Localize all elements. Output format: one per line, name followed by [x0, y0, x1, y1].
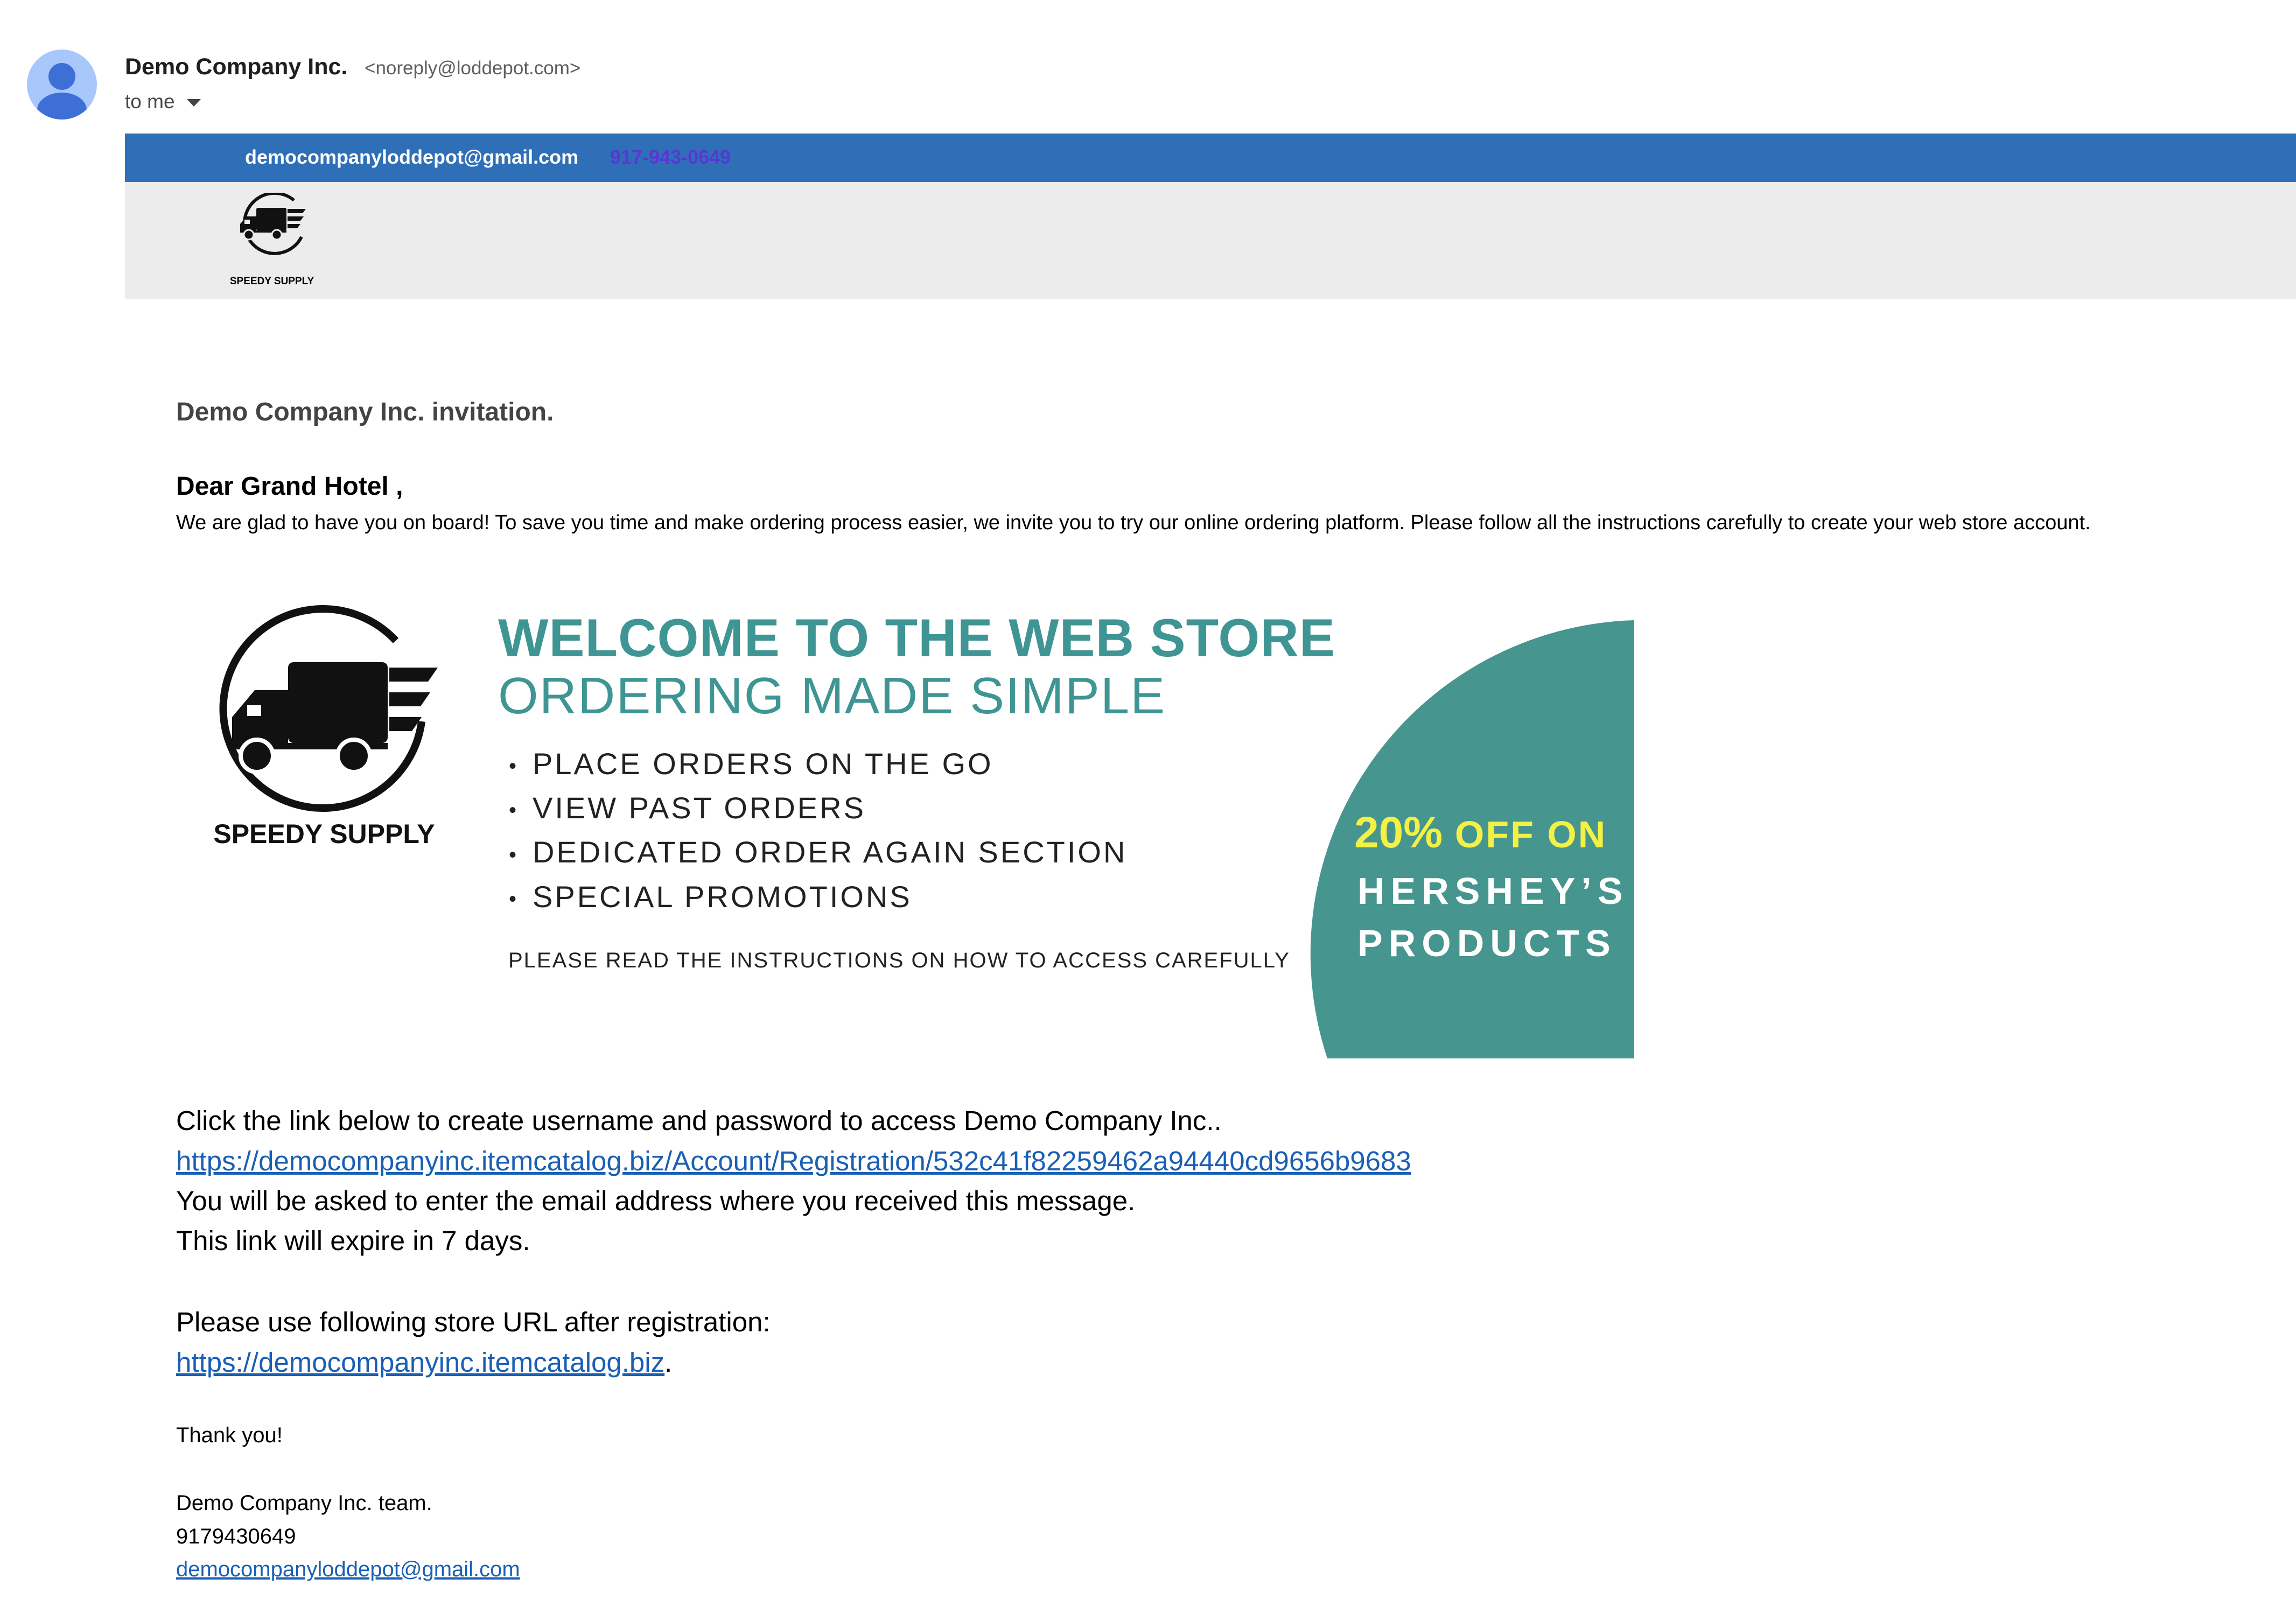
- intro-paragraph: We are glad to have you on board! To sav…: [176, 511, 2091, 534]
- sender-email: <noreply@loddepot.com>: [365, 58, 581, 79]
- caret-down-icon: [186, 99, 201, 107]
- registration-link-row: https://democompanyinc.itemcatalog.biz/A…: [176, 1145, 1411, 1177]
- registration-instruction: Click the link below to create username …: [176, 1105, 1222, 1136]
- delivery-truck-icon: [240, 193, 306, 255]
- thanks-text: Thank you!: [176, 1423, 283, 1447]
- bullet-icon: •: [509, 887, 519, 911]
- expiry-note: This link will expire in 7 days.: [176, 1225, 530, 1256]
- invitation-title: Demo Company Inc. invitation.: [176, 398, 554, 426]
- feature-list: • PLACE ORDERS ON THE GO • VIEW PAST ORDER…: [509, 743, 1127, 920]
- email-note: You will be asked to enter the email add…: [176, 1185, 1136, 1216]
- recipients-label: to me: [125, 90, 175, 113]
- signature-team: Demo Company Inc. team.: [176, 1491, 432, 1515]
- promo-products: PRODUCTS: [1357, 922, 1616, 964]
- feature-item: • SPECIAL PROMOTIONS: [509, 876, 1127, 920]
- promo-brand: HERSHEY’S: [1357, 870, 1629, 912]
- store-url-note: Please use following store URL after reg…: [176, 1307, 771, 1337]
- recipients-toggle[interactable]: to me: [125, 90, 201, 113]
- store-link[interactable]: https://democompanyinc.itemcatalog.biz: [176, 1347, 664, 1378]
- sender-avatar[interactable]: [27, 50, 97, 120]
- greeting: Dear Grand Hotel ,: [176, 472, 403, 501]
- bullet-icon: •: [509, 843, 519, 867]
- feature-item: • PLACE ORDERS ON THE GO: [509, 743, 1127, 787]
- logo-wordmark: SPEEDY SUPPLY: [229, 276, 314, 287]
- promo-banner: SPEEDY SUPPLY WELCOME TO THE WEB STORE O…: [176, 581, 1634, 1058]
- banner-logo-wordmark: SPEEDY SUPPLY: [213, 819, 435, 849]
- contact-bar-email[interactable]: democompanyloddepot@gmail.com: [245, 146, 578, 169]
- banner-note: PLEASE READ THE INSTRUCTIONS ON HOW TO A…: [508, 949, 1290, 972]
- bullet-icon: •: [509, 754, 519, 778]
- signature-email-link[interactable]: democompanyloddepot@gmail.com: [176, 1557, 520, 1581]
- feature-item: • DEDICATED ORDER AGAIN SECTION: [509, 831, 1127, 875]
- person-icon: [37, 63, 87, 120]
- store-link-row: https://democompanyinc.itemcatalog.biz.: [176, 1347, 673, 1378]
- signature-phone: 9179430649: [176, 1525, 296, 1548]
- bullet-icon: •: [509, 798, 519, 823]
- logo-strip: [125, 182, 2296, 299]
- banner-headline: WELCOME TO THE WEB STORE: [498, 608, 1335, 668]
- signature-email-row: democompanyloddepot@gmail.com: [176, 1557, 520, 1582]
- banner-subheadline: ORDERING MADE SIMPLE: [498, 667, 1166, 725]
- contact-bar-phone[interactable]: 917-943-0649: [610, 146, 731, 169]
- feature-item: • VIEW PAST ORDERS: [509, 787, 1127, 831]
- registration-link[interactable]: https://democompanyinc.itemcatalog.biz/A…: [176, 1146, 1411, 1176]
- sender-name: Demo Company Inc.: [125, 54, 348, 80]
- delivery-truck-icon: [219, 605, 438, 812]
- promo-discount: 20% OFF ON: [1354, 808, 1607, 857]
